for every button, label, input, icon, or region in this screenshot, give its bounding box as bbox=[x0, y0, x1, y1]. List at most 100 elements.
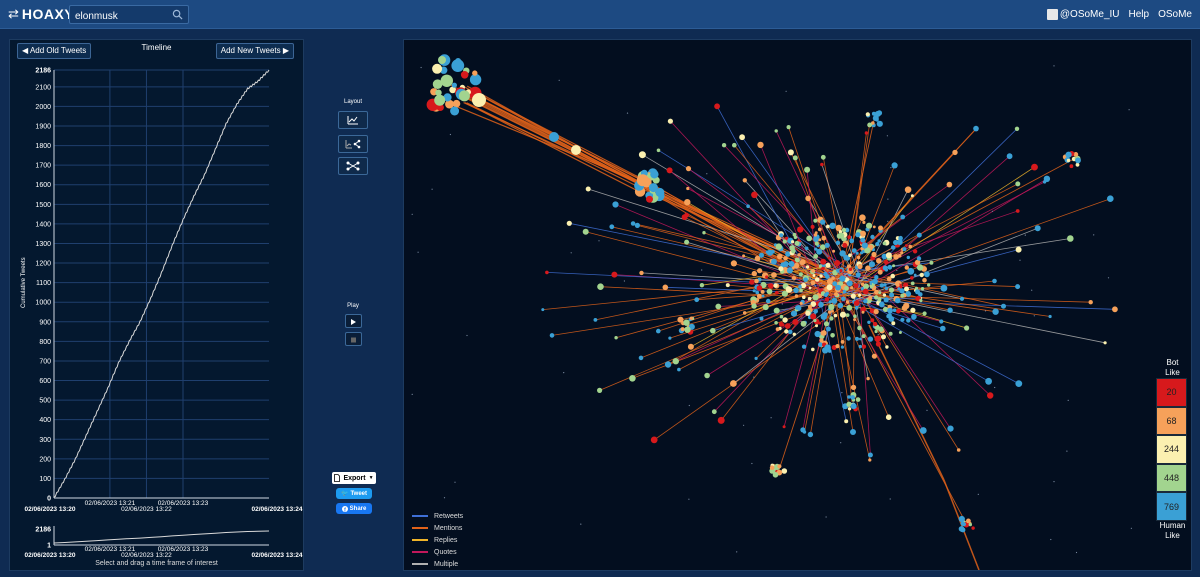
network-node[interactable] bbox=[830, 333, 835, 338]
network-node[interactable] bbox=[820, 258, 827, 265]
network-node[interactable] bbox=[782, 317, 788, 323]
network-node[interactable] bbox=[828, 303, 835, 311]
network-node[interactable] bbox=[904, 186, 912, 193]
network-node[interactable] bbox=[715, 303, 722, 310]
search-input[interactable] bbox=[70, 8, 170, 25]
network-node[interactable] bbox=[878, 291, 882, 295]
network-node[interactable] bbox=[775, 243, 782, 250]
network-node[interactable] bbox=[774, 290, 779, 295]
network-node[interactable] bbox=[730, 380, 737, 387]
network-node[interactable] bbox=[597, 387, 603, 393]
network-node[interactable] bbox=[792, 332, 796, 336]
network-node[interactable] bbox=[898, 235, 903, 241]
network-node[interactable] bbox=[814, 277, 820, 282]
network-node[interactable] bbox=[892, 308, 897, 313]
network-node[interactable] bbox=[863, 299, 868, 304]
network-node[interactable] bbox=[788, 261, 795, 267]
add-new-tweets-button[interactable]: Add New Tweets ▶ bbox=[215, 43, 294, 59]
network-node[interactable] bbox=[541, 308, 545, 312]
network-node[interactable] bbox=[629, 375, 636, 382]
network-node[interactable] bbox=[883, 283, 887, 287]
network-node[interactable] bbox=[868, 458, 872, 462]
network-node[interactable] bbox=[884, 268, 888, 272]
network-node[interactable] bbox=[704, 372, 710, 379]
network-node[interactable] bbox=[1034, 225, 1041, 232]
network-node[interactable] bbox=[922, 311, 927, 316]
network-node[interactable] bbox=[920, 287, 925, 291]
network-node[interactable] bbox=[1015, 246, 1022, 253]
network-node[interactable] bbox=[786, 267, 793, 274]
network-node[interactable] bbox=[825, 262, 831, 268]
network-node[interactable] bbox=[850, 395, 855, 400]
network-node[interactable] bbox=[791, 248, 796, 254]
network-node[interactable] bbox=[668, 336, 672, 340]
network-node[interactable] bbox=[867, 452, 873, 458]
network-node[interactable] bbox=[817, 227, 822, 232]
network-node[interactable] bbox=[904, 244, 908, 247]
network-node[interactable] bbox=[940, 284, 948, 292]
export-button[interactable]: Export ▼ bbox=[332, 472, 376, 484]
network-node[interactable] bbox=[841, 296, 846, 302]
network-node[interactable] bbox=[853, 318, 857, 322]
timeline-chart[interactable]: 0100200300400500600700800900100011001200… bbox=[10, 40, 305, 572]
network-node[interactable] bbox=[910, 276, 914, 280]
network-node[interactable] bbox=[666, 167, 673, 174]
network-node[interactable] bbox=[868, 261, 876, 268]
network-node[interactable] bbox=[862, 288, 869, 295]
network-node[interactable] bbox=[1015, 284, 1021, 290]
network-node[interactable] bbox=[844, 285, 849, 291]
network-node[interactable] bbox=[820, 330, 827, 336]
network-node[interactable] bbox=[860, 237, 866, 243]
network-node[interactable] bbox=[450, 106, 460, 116]
network-node[interactable] bbox=[1112, 306, 1118, 313]
network-node[interactable] bbox=[947, 307, 953, 313]
network-node[interactable] bbox=[910, 307, 916, 313]
network-node[interactable] bbox=[878, 301, 885, 308]
network-node[interactable] bbox=[784, 323, 791, 329]
network-node[interactable] bbox=[860, 282, 865, 286]
network-node[interactable] bbox=[940, 325, 946, 332]
network-node[interactable] bbox=[812, 294, 819, 301]
network-node[interactable] bbox=[895, 308, 901, 314]
network-node[interactable] bbox=[846, 336, 851, 341]
network-node[interactable] bbox=[823, 271, 828, 277]
network-node[interactable] bbox=[805, 310, 811, 316]
network-node[interactable] bbox=[850, 403, 857, 410]
network-node[interactable] bbox=[829, 222, 836, 229]
network-node[interactable] bbox=[834, 260, 841, 266]
network-node[interactable] bbox=[857, 325, 862, 331]
network-node[interactable] bbox=[849, 238, 855, 244]
network-node[interactable] bbox=[774, 321, 778, 325]
network-node[interactable] bbox=[802, 295, 806, 299]
network-node[interactable] bbox=[1069, 164, 1074, 169]
network-node[interactable] bbox=[861, 344, 867, 349]
network-node[interactable] bbox=[684, 212, 689, 218]
network-node[interactable] bbox=[829, 316, 834, 321]
network-node[interactable] bbox=[834, 292, 839, 297]
network-node[interactable] bbox=[971, 526, 975, 530]
network-node[interactable] bbox=[861, 310, 865, 314]
network-node[interactable] bbox=[694, 297, 700, 303]
network-node[interactable] bbox=[871, 353, 877, 359]
network-node[interactable] bbox=[877, 269, 883, 275]
network-node[interactable] bbox=[782, 239, 787, 244]
network-node[interactable] bbox=[850, 384, 857, 391]
network-node[interactable] bbox=[782, 425, 786, 429]
network-node[interactable] bbox=[844, 419, 849, 424]
network-node[interactable] bbox=[872, 278, 878, 285]
network-node[interactable] bbox=[924, 271, 930, 278]
network-node[interactable] bbox=[958, 515, 965, 523]
network-node[interactable] bbox=[702, 231, 706, 235]
network-node[interactable] bbox=[549, 333, 555, 338]
network-node[interactable] bbox=[757, 268, 763, 274]
network-node[interactable] bbox=[828, 310, 832, 314]
network-node[interactable] bbox=[1067, 235, 1074, 242]
network-node[interactable] bbox=[952, 149, 958, 156]
network-node[interactable] bbox=[826, 326, 831, 332]
network-node[interactable] bbox=[757, 141, 764, 149]
network-node[interactable] bbox=[766, 249, 774, 256]
tweet-button[interactable]: 🐦 Tweet bbox=[336, 488, 372, 499]
network-node[interactable] bbox=[785, 286, 791, 292]
network-node[interactable] bbox=[841, 227, 847, 233]
network-node[interactable] bbox=[839, 269, 843, 273]
